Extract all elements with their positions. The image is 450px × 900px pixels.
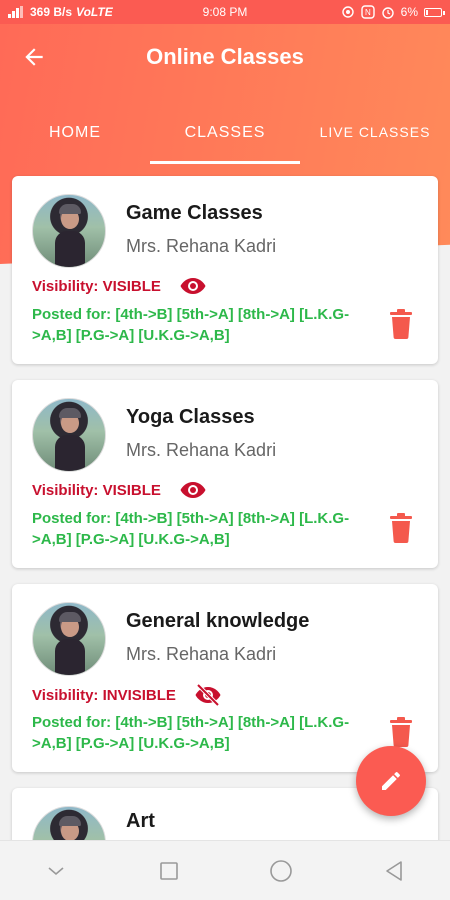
triangle-back-icon	[385, 860, 402, 881]
avatar	[32, 398, 106, 472]
trash-icon	[390, 513, 412, 543]
tab-live-classes[interactable]: LIVE CLASSES	[300, 108, 450, 164]
battery-percent: 6%	[400, 5, 418, 19]
status-right: N 6%	[341, 5, 445, 19]
status-left: 369 B/s VoLTE	[8, 5, 113, 19]
visibility-label: Visibility: VISIBLE	[32, 277, 161, 295]
battery-icon	[424, 7, 445, 17]
eye-icon[interactable]	[179, 480, 207, 500]
tab-classes[interactable]: CLASSES	[150, 108, 300, 164]
tab-home[interactable]: HOME	[0, 108, 150, 164]
visibility-label: Visibility: VISIBLE	[32, 481, 161, 499]
system-nav-bar	[0, 840, 450, 900]
class-title: Art	[126, 810, 155, 832]
posted-for: Posted for: [4th->B] [5th->A] [8th->A] […	[32, 306, 350, 344]
delete-button[interactable]	[388, 513, 414, 548]
class-list: Game Classes Mrs. Rehana Kadri Visibilit…	[12, 176, 438, 880]
network-speed: 369 B/s	[30, 5, 73, 19]
visibility-status: Visibility: VISIBLE	[32, 480, 207, 500]
edit-fab-button[interactable]	[356, 746, 426, 816]
avatar	[32, 194, 106, 268]
signal-icon	[8, 6, 23, 18]
visibility-label: Visibility: INVISIBLE	[32, 686, 176, 704]
alarm-icon	[381, 7, 394, 19]
pencil-icon	[382, 771, 400, 790]
arrow-left-icon	[25, 48, 43, 66]
eye-icon[interactable]	[179, 276, 207, 296]
class-card[interactable]: Game Classes Mrs. Rehana Kadri Visibilit…	[12, 176, 438, 364]
network-type: VoLTE	[76, 5, 113, 19]
class-title: Game Classes	[126, 202, 263, 224]
class-card[interactable]: General knowledge Mrs. Rehana Kadri Visi…	[12, 584, 438, 772]
status-bar: 369 B/s VoLTE 9:08 PM N 6%	[0, 0, 450, 24]
eye-off-icon[interactable]	[194, 684, 222, 706]
nav-recents-button[interactable]	[139, 841, 199, 900]
nav-home-button[interactable]	[251, 841, 311, 900]
tab-bar: HOME CLASSES LIVE CLASSES	[0, 108, 450, 164]
posted-for: Posted for: [4th->B] [5th->A] [8th->A] […	[32, 510, 350, 548]
hotspot-icon	[341, 6, 354, 18]
status-time: 9:08 PM	[202, 5, 248, 19]
trash-icon	[390, 717, 412, 747]
nav-collapse-button[interactable]	[26, 841, 86, 900]
nfc-icon: N	[360, 5, 375, 19]
teacher-name: Mrs. Rehana Kadri	[126, 440, 277, 460]
class-title: Yoga Classes	[126, 406, 255, 428]
class-card[interactable]: Yoga Classes Mrs. Rehana Kadri Visibilit…	[12, 380, 438, 568]
visibility-status: Visibility: VISIBLE	[32, 276, 207, 296]
posted-for: Posted for: [4th->B] [5th->A] [8th->A] […	[32, 714, 350, 752]
class-title: General knowledge	[126, 610, 310, 632]
nav-back-button[interactable]	[364, 841, 424, 900]
back-button[interactable]	[4, 27, 64, 87]
svg-text:N: N	[365, 8, 371, 17]
avatar	[32, 602, 106, 676]
trash-icon	[390, 309, 412, 339]
visibility-status: Visibility: INVISIBLE	[32, 684, 222, 706]
toolbar: Online Classes	[0, 24, 450, 90]
delete-button[interactable]	[388, 309, 414, 344]
teacher-name: Mrs. Rehana Kadri	[126, 236, 277, 256]
circle-icon	[270, 859, 293, 882]
chevron-down-icon	[48, 866, 64, 875]
teacher-name: Mrs. Rehana Kadri	[126, 644, 277, 664]
square-icon	[159, 861, 178, 880]
page-title: Online Classes	[146, 44, 304, 69]
